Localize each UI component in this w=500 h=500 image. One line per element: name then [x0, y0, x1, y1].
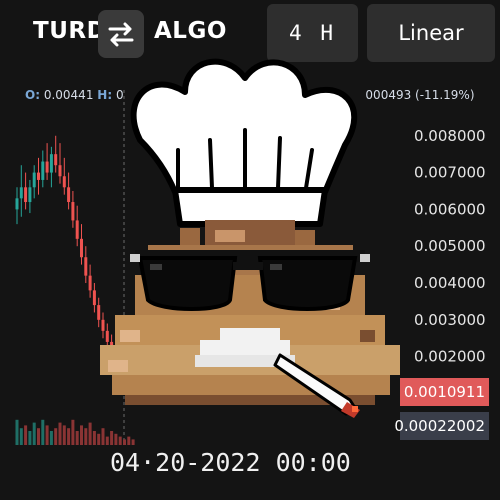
chart-app: TURD ALGO 4 H Linear 0.008000 0.007000 0.0… — [0, 0, 500, 500]
chef-poop-mascot-icon — [100, 58, 400, 418]
chef-hat-icon — [130, 58, 358, 227]
poop-body-icon — [100, 220, 400, 405]
